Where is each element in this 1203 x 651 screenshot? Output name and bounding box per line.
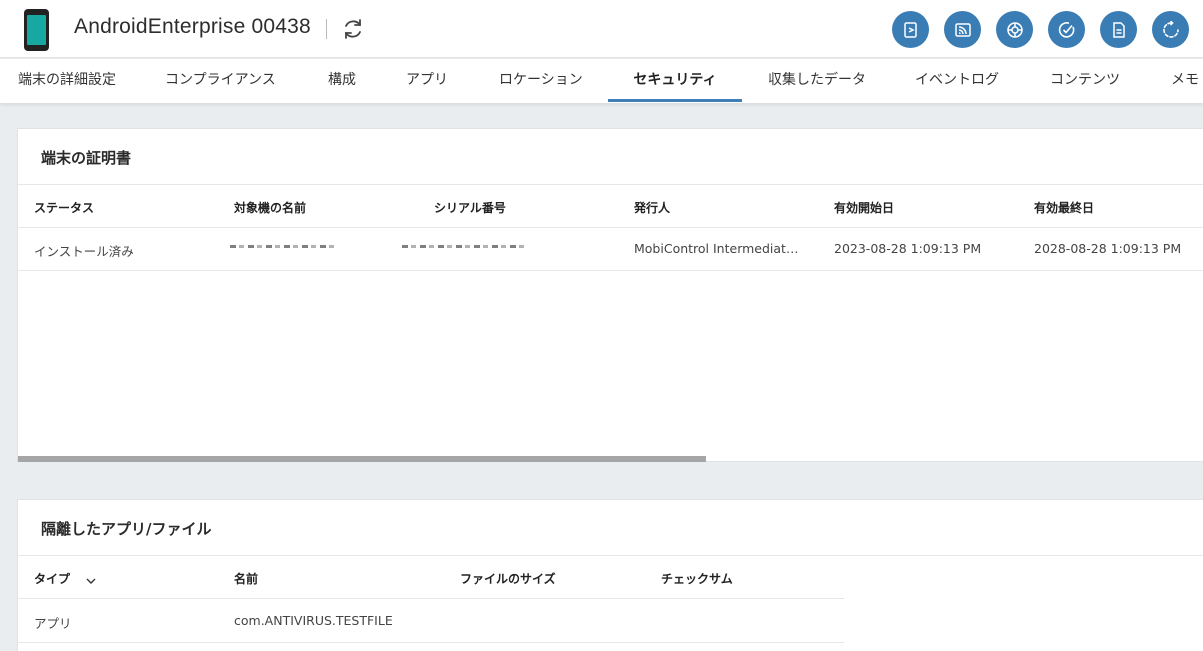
sort-chevron-down-icon[interactable] [85, 572, 97, 584]
cert-valid-to: 2028-08-28 1:09:13 PM [1034, 241, 1182, 256]
check-button[interactable] [1048, 11, 1085, 48]
tab-apps[interactable]: アプリ [406, 59, 448, 103]
sync-button[interactable] [1152, 11, 1189, 48]
phone-icon [24, 9, 49, 51]
column-header-valid-to[interactable]: 有効最終日 [1034, 199, 1094, 216]
tab-location[interactable]: ロケーション [499, 59, 583, 103]
device-title: AndroidEnterprise 00438 [74, 15, 311, 38]
remote-control-button[interactable] [892, 11, 929, 48]
cast-button[interactable] [944, 11, 981, 48]
column-header-valid-from[interactable]: 有効開始日 [834, 199, 894, 216]
certificates-title: 端末の証明書 [41, 149, 132, 167]
tab-configuration[interactable]: 構成 [328, 59, 356, 103]
column-header-issuer[interactable]: 発行人 [634, 199, 670, 216]
tab-event-log[interactable]: イベントログ [915, 59, 999, 103]
divider [18, 227, 1203, 228]
quarantine-type: アプリ [34, 616, 72, 631]
cert-issuer: MobiControl Intermediat… [634, 241, 799, 256]
column-header-checksum[interactable]: チェックサム [661, 570, 733, 587]
divider [18, 642, 844, 643]
tab-security[interactable]: セキュリティ [608, 59, 742, 103]
horizontal-scrollbar[interactable] [18, 456, 706, 462]
active-tab-indicator [608, 99, 742, 102]
divider [18, 184, 1203, 185]
redacted-target-name [230, 245, 334, 248]
quarantine-title: 隔離したアプリ/ファイル [41, 520, 212, 538]
column-header-serial[interactable]: シリアル番号 [434, 199, 506, 216]
quarantine-card: 隔離したアプリ/ファイル タイプ 名前 ファイルのサイズ チェックサム アプリ … [17, 499, 1203, 651]
quarantine-name: com.ANTIVIRUS.TESTFILE [234, 613, 393, 628]
document-button[interactable] [1100, 11, 1137, 48]
tab-content[interactable]: コンテンツ [1050, 59, 1120, 103]
cert-status: インストール済み [34, 244, 134, 259]
network-button[interactable] [996, 11, 1033, 48]
divider [18, 270, 1203, 271]
divider [18, 555, 1203, 556]
title-divider [326, 19, 327, 39]
refresh-icon[interactable] [341, 17, 365, 41]
redacted-serial [402, 245, 526, 248]
column-header-name[interactable]: 名前 [234, 570, 258, 587]
cert-valid-from: 2023-08-28 1:09:13 PM [834, 241, 982, 256]
column-header-status[interactable]: ステータス [34, 199, 94, 216]
certificates-card: 端末の証明書 ステータス 対象機の名前 シリアル番号 発行人 有効開始日 有効最… [17, 128, 1203, 462]
tab-compliance[interactable]: コンプライアンス [165, 59, 276, 103]
tab-collected-data[interactable]: 収集したデータ [768, 59, 866, 103]
column-header-type[interactable]: タイプ [34, 570, 70, 587]
column-header-target-name[interactable]: 対象機の名前 [234, 199, 306, 216]
tab-device-details[interactable]: 端末の詳細設定 [18, 59, 116, 103]
tab-bar: 端末の詳細設定 コンプライアンス 構成 アプリ ロケーション セキュリティ 収集… [0, 59, 1203, 103]
divider [18, 598, 844, 599]
device-header: AndroidEnterprise 00438 [0, 0, 1203, 58]
tab-notes[interactable]: メモ [1171, 59, 1199, 103]
column-header-file-size[interactable]: ファイルのサイズ [460, 570, 556, 587]
